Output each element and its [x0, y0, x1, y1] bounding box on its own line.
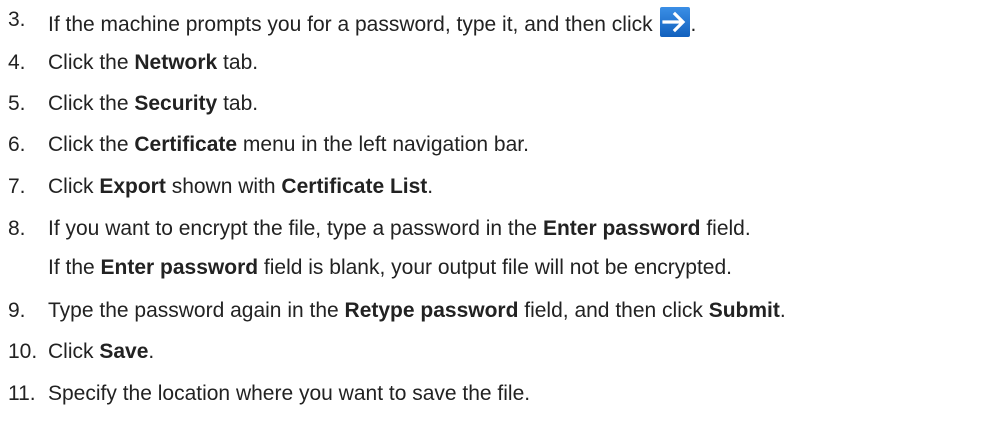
step-text-bold: Enter password — [542, 217, 701, 240]
step-text-part: If you want to encrypt the file, type a … — [48, 217, 543, 240]
step-text-part: shown with — [165, 175, 282, 198]
step-text-part: field, and then click — [518, 299, 709, 322]
step-text: If you want to encrypt the file, type a … — [48, 216, 751, 242]
step-number: 7. — [8, 175, 26, 198]
note-text-part: If the — [48, 256, 101, 279]
step-text-bold: Submit — [708, 299, 780, 322]
step-number: 11. — [8, 382, 36, 405]
step-text-bold: Save — [99, 340, 149, 363]
step-number: 8. — [8, 217, 26, 240]
step-number: 3. — [8, 8, 26, 31]
step-text-part: Click the — [48, 92, 135, 115]
step-text-part: Specify the location where you want to s… — [48, 382, 531, 405]
step-text: Click the Certificate menu in the left n… — [48, 132, 529, 158]
step-text-bold: Network — [134, 51, 218, 74]
step-text-part: tab. — [217, 92, 259, 115]
step-text-bold: Certificate List — [281, 175, 428, 198]
step-number: 5. — [8, 92, 26, 115]
step-text-part: . — [148, 340, 155, 363]
step-text: Click the Network tab. — [48, 50, 258, 76]
step-text-part: menu in the left navigation bar. — [237, 133, 529, 156]
step-text-bold: Retype password — [344, 299, 519, 322]
step-text-part: Click the — [48, 133, 135, 156]
step-number: 9. — [8, 299, 26, 322]
note-text-part: field is blank, your output file will no… — [258, 256, 733, 279]
step-number: 6. — [8, 133, 26, 156]
step-text-part: If the machine prompts you for a passwor… — [48, 13, 659, 36]
note-text-bold: Enter password — [100, 256, 259, 279]
step-text: Specify the location where you want to s… — [48, 381, 530, 407]
arrow-right-icon — [660, 7, 691, 37]
step-number: 4. — [8, 51, 26, 74]
step-text-part: Click the — [48, 51, 135, 74]
step-text-part: tab. — [217, 51, 259, 74]
step-text-bold: Export — [99, 175, 166, 198]
step-text-bold: Certificate — [134, 133, 238, 156]
step-number: 10. — [8, 340, 38, 363]
step-text-part: Click — [48, 340, 100, 363]
step-text-part: Click — [48, 175, 100, 198]
step-text-part: . — [690, 13, 697, 36]
step-text: If the machine prompts you for a passwor… — [48, 7, 696, 38]
step-8-note: If the Enter password field is blank, yo… — [48, 255, 732, 281]
step-text: Type the password again in the Retype pa… — [48, 298, 786, 324]
step-text-part: field. — [700, 217, 751, 240]
step-text-part: Type the password again in the — [48, 299, 345, 322]
step-text-part: . — [427, 175, 434, 198]
step-text: Click the Security tab. — [48, 91, 258, 117]
step-text: Click Save. — [48, 339, 154, 365]
step-text-part: . — [779, 299, 786, 322]
step-text-bold: Security — [134, 92, 218, 115]
step-text: Click Export shown with Certificate List… — [48, 174, 433, 200]
